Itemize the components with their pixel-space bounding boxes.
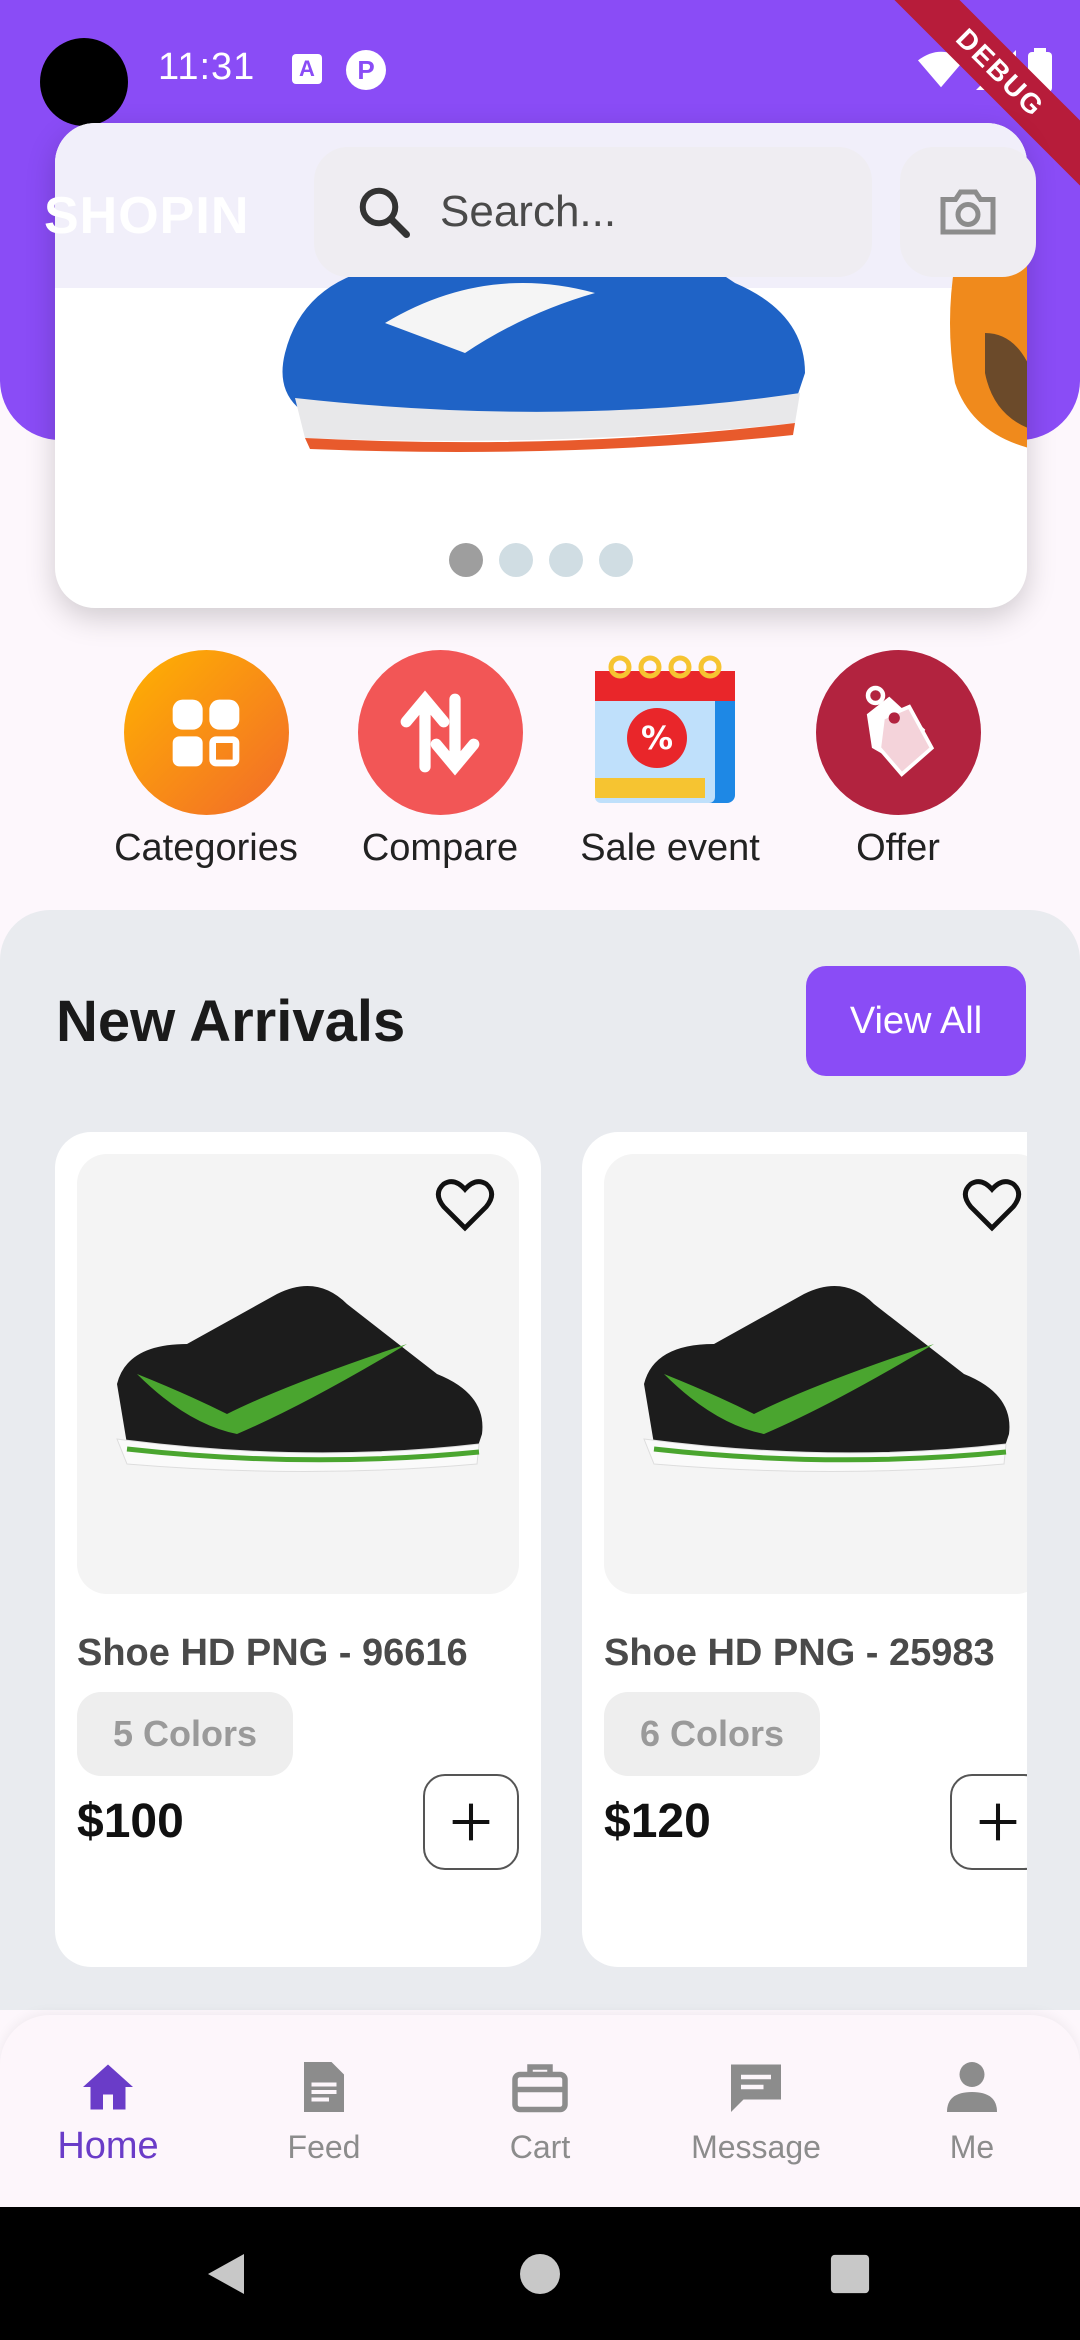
home-icon bbox=[83, 2064, 133, 2110]
sneaker-image bbox=[116, 1286, 483, 1472]
nav-label: Message bbox=[691, 2129, 821, 2165]
nav-label: Home bbox=[57, 2125, 159, 2167]
quick-action-compare[interactable]: Compare bbox=[325, 650, 555, 870]
system-recents-button[interactable] bbox=[790, 2207, 910, 2340]
view-all-button[interactable]: View All bbox=[806, 966, 1026, 1076]
quick-action-categories[interactable]: Categories bbox=[91, 650, 321, 870]
product-image bbox=[77, 1154, 519, 1594]
product-carousel[interactable]: Shoe HD PNG - 96616 5 Colors $100 Shoe H… bbox=[55, 1132, 1027, 1972]
calendar-sale-icon: % bbox=[588, 650, 753, 815]
product-card[interactable]: Shoe HD PNG - 96616 5 Colors $100 bbox=[55, 1132, 541, 1967]
plus-icon bbox=[452, 1803, 490, 1841]
sneaker-image bbox=[643, 1286, 1010, 1472]
plus-icon bbox=[979, 1803, 1017, 1841]
bottom-navigation: Home Feed Cart Message Me bbox=[0, 2015, 1080, 2207]
nav-item-home[interactable]: Home bbox=[0, 2015, 216, 2207]
compare-arrows-icon bbox=[357, 650, 523, 815]
add-to-cart-button[interactable] bbox=[950, 1774, 1027, 1870]
search-bar[interactable] bbox=[314, 147, 872, 277]
price-tag-icon bbox=[815, 650, 981, 815]
carousel-dot[interactable] bbox=[599, 543, 633, 577]
colors-badge: 6 Colors bbox=[604, 1692, 821, 1776]
add-to-cart-button[interactable] bbox=[423, 1774, 519, 1870]
svg-text:%: % bbox=[641, 719, 673, 757]
person-icon bbox=[947, 2062, 997, 2112]
system-back-button[interactable] bbox=[166, 2207, 286, 2340]
nav-item-me[interactable]: Me bbox=[864, 2015, 1080, 2207]
nav-item-cart[interactable]: Cart bbox=[432, 2015, 648, 2207]
notification-a-icon: A bbox=[292, 54, 322, 84]
new-arrivals-section: New Arrivals View All Shoe HD PNG - 9661… bbox=[0, 910, 1080, 2010]
nav-label: Feed bbox=[287, 2129, 361, 2165]
system-navigation-bar bbox=[0, 2207, 1080, 2340]
quick-action-label: Compare bbox=[361, 827, 519, 869]
home-circle-icon bbox=[520, 2253, 560, 2294]
product-name: Shoe HD PNG - 96616 bbox=[77, 1632, 468, 1674]
product-card[interactable]: Shoe HD PNG - 25983 6 Colors $120 bbox=[582, 1132, 1027, 1967]
status-time: 11:31 bbox=[158, 46, 256, 88]
status-bar: 11:31 A P DEBUG bbox=[0, 0, 1080, 196]
quick-action-label: Offer bbox=[856, 827, 940, 869]
back-triangle-icon bbox=[208, 2253, 244, 2294]
notification-p-icon: P bbox=[346, 50, 386, 90]
favorite-heart-icon[interactable] bbox=[433, 1172, 497, 1236]
search-icon bbox=[359, 187, 410, 238]
orange-shoe-image bbox=[950, 263, 1027, 448]
nav-label: Me bbox=[949, 2129, 995, 2165]
product-price: $100 bbox=[77, 1795, 184, 1848]
colors-badge: 5 Colors bbox=[77, 1692, 294, 1776]
message-icon bbox=[731, 2064, 781, 2112]
recents-square-icon bbox=[830, 2254, 870, 2293]
nav-label: Cart bbox=[509, 2129, 571, 2165]
nav-item-message[interactable]: Message bbox=[648, 2015, 864, 2207]
quick-action-label: Categories bbox=[114, 827, 298, 869]
camera-icon bbox=[940, 189, 996, 235]
camera-search-button[interactable] bbox=[900, 147, 1036, 277]
search-input[interactable] bbox=[440, 187, 840, 237]
quick-action-sale-event[interactable]: % Sale event bbox=[555, 650, 785, 870]
section-title: New Arrivals bbox=[56, 989, 406, 1054]
carousel-indicator bbox=[55, 543, 1027, 577]
cart-briefcase-icon bbox=[512, 2064, 568, 2113]
brand-logo: SHOPIN bbox=[44, 187, 250, 245]
feed-icon bbox=[304, 2062, 344, 2112]
carousel-dot[interactable] bbox=[499, 543, 533, 577]
front-camera bbox=[40, 38, 128, 126]
product-price: $120 bbox=[604, 1795, 711, 1848]
quick-actions: Categories Compare % Sale event Offer bbox=[0, 650, 1080, 880]
categories-icon bbox=[123, 650, 289, 815]
product-image bbox=[604, 1154, 1027, 1594]
product-name: Shoe HD PNG - 25983 bbox=[604, 1632, 995, 1674]
quick-action-offer[interactable]: Offer bbox=[783, 650, 1013, 870]
system-home-button[interactable] bbox=[480, 2207, 600, 2340]
favorite-heart-icon[interactable] bbox=[960, 1172, 1024, 1236]
carousel-dot[interactable] bbox=[549, 543, 583, 577]
quick-action-label: Sale event bbox=[580, 827, 760, 869]
carousel-dot[interactable] bbox=[449, 543, 483, 577]
nav-item-feed[interactable]: Feed bbox=[216, 2015, 432, 2207]
